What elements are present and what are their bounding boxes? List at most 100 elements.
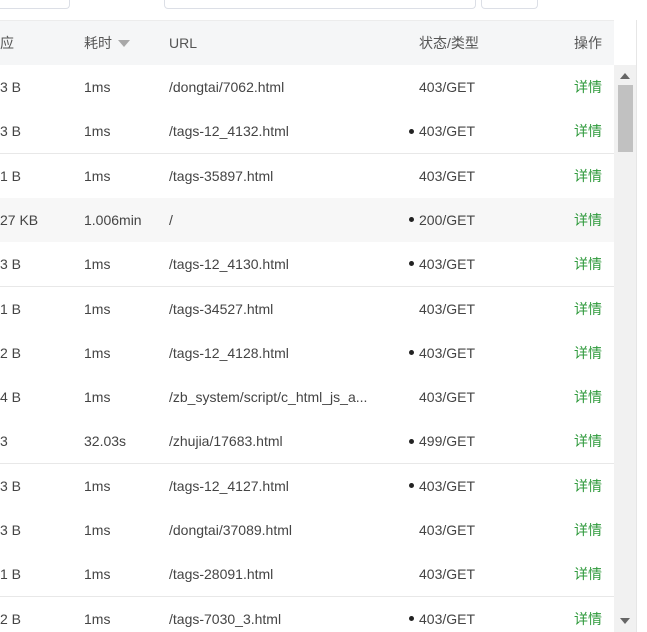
table-row[interactable]: 1 B 1ms/tags-28091.html 403/GET 详情 bbox=[0, 552, 614, 598]
response-size: 1 B bbox=[0, 167, 22, 184]
table-row[interactable]: 4 B 1ms/zb_system/script/c_html_js_a... 40… bbox=[0, 375, 614, 421]
top-toolbar bbox=[0, 0, 647, 20]
response-size: 3 B bbox=[0, 123, 22, 140]
request-url: /dongtai/37089.html bbox=[169, 522, 292, 538]
filter-select[interactable] bbox=[0, 0, 70, 9]
status-type: 499/GET bbox=[419, 433, 476, 450]
request-url: /tags-28091.html bbox=[169, 566, 274, 583]
details-link[interactable]: 详情 bbox=[574, 419, 614, 463]
header-time-label: 耗时 bbox=[84, 35, 112, 51]
status-dot-icon bbox=[409, 242, 415, 286]
request-url: /tags-12_4128.html bbox=[169, 344, 289, 361]
elapsed-time: 1ms bbox=[84, 610, 111, 627]
elapsed-time: 1ms bbox=[84, 522, 111, 538]
status-dot-icon bbox=[409, 198, 415, 242]
status-type: 403/GET bbox=[419, 123, 476, 140]
details-link[interactable]: 详情 bbox=[574, 375, 614, 419]
request-url: /tags-34527.html bbox=[169, 300, 274, 317]
response-size: 3 B bbox=[0, 477, 22, 494]
scroll-up-arrow-icon[interactable] bbox=[620, 73, 630, 79]
table-row[interactable]: 2 B 1ms/tags-12_4128.html 403/GET 详情 bbox=[0, 330, 614, 376]
elapsed-time: 1ms bbox=[84, 300, 111, 317]
status-dot-icon bbox=[409, 109, 415, 153]
search-button[interactable] bbox=[481, 0, 538, 9]
response-size: 3 B bbox=[0, 79, 22, 95]
search-input[interactable] bbox=[164, 0, 476, 9]
details-link[interactable]: 详情 bbox=[574, 331, 614, 375]
status-type: 403/GET bbox=[419, 344, 476, 361]
status-type: 200/GET bbox=[419, 211, 476, 228]
request-log-table: 应 耗时 URL 状态/类型 操作 3 B 1ms/dongtai/7062.ht… bbox=[0, 20, 637, 632]
header-status: 状态/类型 bbox=[419, 35, 479, 51]
table-row[interactable]: 3 B 1ms/tags-12_4132.html 403/GET 详情 bbox=[0, 109, 614, 155]
table-row[interactable]: 2 B 1ms/tags-7030_3.html 403/GET 详情 bbox=[0, 596, 614, 632]
status-type: 403/GET bbox=[419, 167, 476, 184]
status-dot-icon bbox=[409, 597, 415, 632]
scroll-down-arrow-icon[interactable] bbox=[620, 618, 630, 624]
response-size: 3 B bbox=[0, 522, 22, 538]
status-type: 403/GET bbox=[419, 522, 476, 538]
elapsed-time: 1ms bbox=[84, 389, 111, 406]
table-row[interactable]: 3 B 1ms/dongtai/7062.html 403/GET 详情 bbox=[0, 65, 614, 110]
status-type: 403/GET bbox=[419, 256, 476, 273]
response-size: 3 B bbox=[0, 256, 22, 273]
details-link[interactable]: 详情 bbox=[574, 287, 614, 331]
status-type: 403/GET bbox=[419, 79, 476, 95]
sort-down-icon[interactable] bbox=[118, 39, 130, 47]
details-link[interactable]: 详情 bbox=[574, 464, 614, 508]
elapsed-time: 1ms bbox=[84, 79, 111, 95]
response-size: 3 bbox=[0, 433, 8, 450]
request-url: /zhujia/17683.html bbox=[169, 433, 283, 450]
details-link[interactable]: 详情 bbox=[574, 508, 614, 552]
table-row[interactable]: 3 32.03s/zhujia/17683.html 499/GET 详情 bbox=[0, 419, 614, 465]
table-row[interactable]: 3 B 1ms/tags-12_4130.html 403/GET 详情 bbox=[0, 242, 614, 288]
response-size: 4 B bbox=[0, 389, 22, 406]
request-url: /tags-7030_3.html bbox=[169, 610, 282, 627]
response-size: 1 B bbox=[0, 566, 22, 583]
table-row[interactable]: 1 B 1ms/tags-34527.html 403/GET 详情 bbox=[0, 286, 614, 332]
details-link[interactable]: 详情 bbox=[574, 198, 614, 242]
elapsed-time: 1ms bbox=[84, 477, 111, 494]
status-type: 403/GET bbox=[419, 566, 476, 583]
status-type: 403/GET bbox=[419, 610, 476, 627]
elapsed-time: 1ms bbox=[84, 256, 111, 273]
status-dot-icon bbox=[409, 419, 415, 463]
table-row[interactable]: 1 B 1ms/tags-35897.html 403/GET 详情 bbox=[0, 153, 614, 199]
elapsed-time: 1ms bbox=[84, 566, 111, 583]
details-link[interactable]: 详情 bbox=[574, 242, 614, 286]
header-time[interactable]: 耗时 bbox=[84, 21, 130, 65]
details-link[interactable]: 详情 bbox=[574, 109, 614, 153]
elapsed-time: 1ms bbox=[84, 167, 111, 184]
elapsed-time: 1ms bbox=[84, 123, 111, 140]
header-action: 操作 bbox=[574, 35, 602, 51]
header-response[interactable]: 应 bbox=[0, 21, 14, 65]
table-row[interactable]: 27 KB 1.006min / 200/GET 详情 bbox=[0, 197, 614, 243]
details-link[interactable]: 详情 bbox=[574, 154, 614, 198]
request-url: /tags-12_4132.html bbox=[169, 123, 289, 140]
details-link[interactable]: 详情 bbox=[574, 65, 614, 109]
details-link[interactable]: 详情 bbox=[574, 552, 614, 596]
response-size: 1 B bbox=[0, 300, 22, 317]
scrollbar-thumb[interactable] bbox=[618, 85, 633, 152]
status-type: 403/GET bbox=[419, 300, 476, 317]
elapsed-time: 1ms bbox=[84, 344, 111, 361]
elapsed-time: 1.006min bbox=[84, 211, 142, 228]
status-type: 403/GET bbox=[419, 389, 476, 406]
table-row[interactable]: 3 B 1ms/tags-12_4127.html 403/GET 详情 bbox=[0, 463, 614, 509]
vertical-scrollbar[interactable] bbox=[614, 65, 636, 632]
status-dot-icon bbox=[409, 464, 415, 508]
response-size: 27 KB bbox=[0, 211, 39, 228]
request-url: /tags-35897.html bbox=[169, 167, 274, 184]
details-link[interactable]: 详情 bbox=[574, 597, 614, 632]
table-row[interactable]: 3 B 1ms/dongtai/37089.html 403/GET 详情 bbox=[0, 508, 614, 553]
table-header: 应 耗时 URL 状态/类型 操作 bbox=[0, 20, 614, 66]
request-url: /dongtai/7062.html bbox=[169, 79, 285, 95]
request-url: / bbox=[169, 211, 173, 228]
request-url: /tags-12_4127.html bbox=[169, 477, 289, 494]
elapsed-time: 32.03s bbox=[84, 433, 127, 450]
response-size: 2 B bbox=[0, 610, 22, 627]
header-url: URL bbox=[169, 35, 198, 51]
request-url: /tags-12_4130.html bbox=[169, 256, 289, 273]
request-url: /zb_system/script/c_html_js_a... bbox=[169, 389, 368, 406]
status-type: 403/GET bbox=[419, 477, 476, 494]
